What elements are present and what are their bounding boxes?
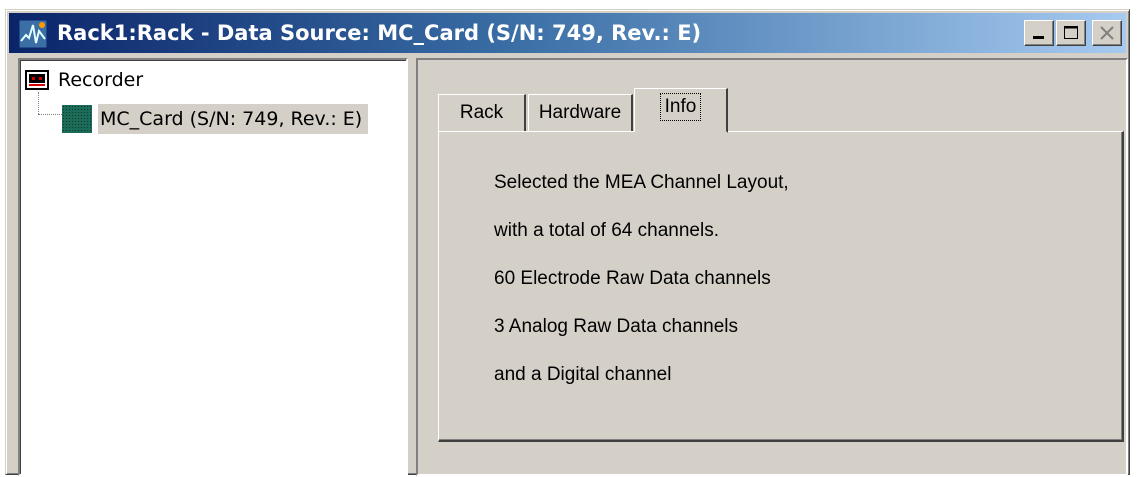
maximize-button[interactable] xyxy=(1056,20,1086,46)
recorder-icon xyxy=(25,70,49,90)
close-button[interactable] xyxy=(1092,20,1122,46)
close-icon xyxy=(1100,26,1114,40)
tree-view[interactable]: Recorder MC_Card (S/N: 749, Rev.: E) xyxy=(18,58,408,476)
properties-pane: Rack Hardware Info Selected the MEA Chan… xyxy=(416,58,1128,476)
info-line: Selected the MEA Channel Layout, xyxy=(494,172,789,193)
tab-label: Hardware xyxy=(538,102,622,123)
info-line: and a Digital channel xyxy=(494,364,672,385)
info-panel: Selected the MEA Channel Layout, with a … xyxy=(438,131,1124,442)
tree-node-label: MC_Card (S/N: 749, Rev.: E) xyxy=(98,104,369,134)
tab-label: Info xyxy=(659,93,702,121)
tab-hardware[interactable]: Hardware xyxy=(528,94,633,131)
maximize-icon xyxy=(1064,26,1078,39)
tree-connector xyxy=(38,92,39,114)
info-line: 3 Analog Raw Data channels xyxy=(494,316,738,337)
tab-info[interactable]: Info xyxy=(634,88,728,133)
tab-label: Rack xyxy=(459,102,504,123)
card-grid-icon xyxy=(62,105,92,133)
app-window: Rack1:Rack - Data Source: MC_Card (S/N: … xyxy=(5,9,1130,476)
tree-connector xyxy=(38,114,62,115)
tab-rack[interactable]: Rack xyxy=(438,94,526,131)
window-title: Rack1:Rack - Data Source: MC_Card (S/N: … xyxy=(57,21,702,45)
app-waveform-icon[interactable] xyxy=(18,19,48,49)
info-line: 60 Electrode Raw Data channels xyxy=(494,268,771,289)
tree-node-label: Recorder xyxy=(58,69,144,91)
title-bar[interactable]: Rack1:Rack - Data Source: MC_Card (S/N: … xyxy=(9,13,1126,53)
info-line: with a total of 64 channels. xyxy=(494,220,719,241)
minimize-icon xyxy=(1033,36,1044,39)
minimize-button[interactable] xyxy=(1024,20,1054,46)
